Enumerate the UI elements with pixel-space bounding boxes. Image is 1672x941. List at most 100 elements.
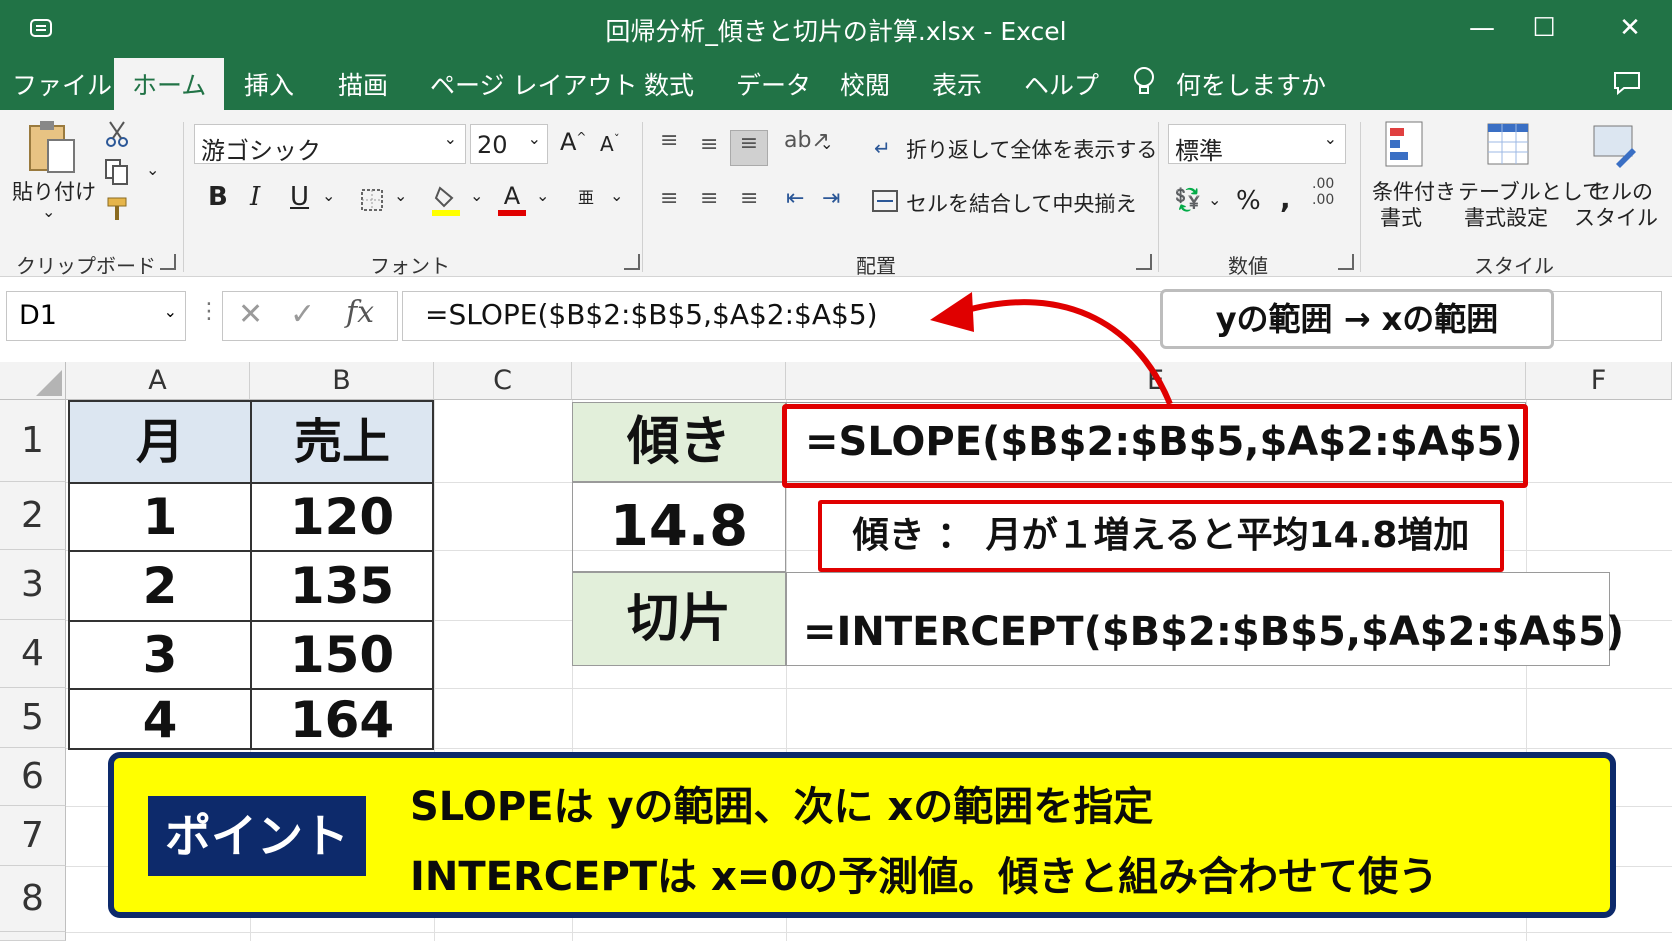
percent-button[interactable]: % [1236, 186, 1261, 216]
cell-styles-label-2[interactable]: スタイル [1574, 202, 1658, 232]
row-header-7[interactable]: 7 [0, 806, 66, 866]
chevron-down-icon[interactable]: ⌄ [470, 186, 483, 205]
table-header-month[interactable]: 月 [68, 400, 252, 484]
tell-me-search[interactable]: 何をしますか [1176, 66, 1326, 102]
tab-draw[interactable]: 描画 [338, 66, 388, 102]
tab-review[interactable]: 校閲 [840, 66, 890, 102]
increase-font-icon[interactable]: A^ [560, 128, 586, 156]
cell-styles-icon[interactable] [1592, 120, 1640, 172]
align-center-icon[interactable]: ≡ [700, 186, 718, 211]
decimal-adjust-icon[interactable]: .00.00 [1312, 176, 1334, 208]
minimize-button[interactable]: — [1462, 10, 1502, 46]
comma-button[interactable]: , [1280, 182, 1291, 215]
chevron-down-icon[interactable]: ⌄ [820, 134, 833, 153]
number-launcher-icon[interactable] [1338, 254, 1354, 270]
row-header-2[interactable]: 2 [0, 482, 66, 550]
table-cell[interactable]: 4 [68, 688, 252, 750]
chevron-down-icon[interactable]: ⌄ [1124, 188, 1137, 207]
align-right-icon[interactable]: ≡ [740, 186, 758, 211]
column-header-b[interactable]: B [250, 362, 434, 400]
phonetic-icon[interactable]: 亜 [578, 184, 594, 208]
more-options-icon[interactable]: ⋮ [198, 299, 220, 324]
decrease-font-icon[interactable]: Aˇ [600, 132, 620, 156]
format-as-table-icon[interactable] [1486, 120, 1536, 172]
borders-icon[interactable] [360, 188, 384, 212]
intercept-formula-cell[interactable]: =INTERCEPT($B$2:$B$5,$A$2:$A$5) [786, 572, 1624, 666]
tab-home[interactable]: ホーム [114, 58, 225, 110]
paste-icon[interactable] [26, 118, 78, 176]
intercept-label-cell[interactable]: 切片 [572, 572, 786, 666]
chevron-down-icon[interactable]: ⌄ [394, 186, 407, 205]
copy-chevron-icon[interactable]: ⌄ [146, 160, 159, 179]
table-cell[interactable]: 120 [250, 482, 434, 552]
row-header-4[interactable]: 4 [0, 620, 66, 688]
font-name-select[interactable]: 游ゴシック ⌄ [194, 124, 466, 165]
tab-formulas[interactable]: 数式 [644, 66, 694, 102]
row-header-3[interactable]: 3 [0, 550, 66, 620]
slope-value-cell[interactable]: 14.8 [572, 482, 786, 572]
tab-file[interactable]: ファイル [12, 66, 112, 102]
align-left-icon[interactable]: ≡ [660, 186, 678, 211]
tab-view[interactable]: 表示 [932, 66, 982, 102]
column-header-f[interactable]: F [1526, 362, 1672, 400]
chevron-down-icon[interactable]: ⌄ [322, 186, 335, 205]
align-top-icon[interactable]: ≡ [660, 128, 678, 153]
tab-help[interactable]: ヘルプ [1024, 66, 1099, 102]
table-cell[interactable]: 150 [250, 620, 434, 690]
comments-icon[interactable] [1612, 70, 1642, 96]
cancel-icon[interactable]: ✕ [238, 297, 263, 332]
format-painter-icon[interactable] [104, 196, 130, 222]
row-header-1[interactable]: 1 [0, 400, 66, 482]
select-all-corner[interactable] [0, 362, 66, 400]
lightbulb-icon[interactable] [1132, 66, 1156, 98]
paste-chevron-icon[interactable]: ⌄ [42, 202, 55, 221]
italic-button[interactable]: I [250, 182, 260, 212]
merge-center-button[interactable]: セルを結合して中央揃え [906, 188, 1136, 218]
underline-button[interactable]: U [290, 182, 309, 212]
accounting-format-icon[interactable]: 💱 [1174, 188, 1201, 213]
chevron-down-icon[interactable]: ⌄ [536, 186, 549, 205]
column-header-d[interactable] [572, 362, 786, 400]
column-header-a[interactable]: A [66, 362, 250, 400]
table-cell[interactable]: 164 [250, 688, 434, 750]
column-header-c[interactable]: C [434, 362, 572, 400]
row-header-8[interactable]: 8 [0, 866, 66, 932]
decrease-indent-icon[interactable]: ⇤ [786, 186, 804, 211]
row-header-5[interactable]: 5 [0, 688, 66, 748]
font-size-select[interactable]: 20 ⌄ [470, 124, 548, 164]
table-header-sales[interactable]: 売上 [250, 400, 434, 484]
enter-icon[interactable]: ✓ [290, 297, 315, 332]
wrap-text-button[interactable]: 折り返して全体を表示する [906, 134, 1157, 164]
table-cell[interactable]: 135 [250, 550, 434, 622]
bold-button[interactable]: B [208, 182, 228, 212]
name-box[interactable]: D1 ⌄ [6, 291, 186, 341]
align-middle-icon[interactable]: ≡ [700, 132, 718, 157]
increase-indent-icon[interactable]: ⇥ [822, 186, 840, 211]
tab-data[interactable]: データ [736, 66, 811, 102]
table-cell[interactable]: 3 [68, 620, 252, 690]
row-header-9[interactable] [0, 932, 66, 941]
maximize-button[interactable]: ☐ [1524, 10, 1564, 46]
font-color-icon[interactable]: A [498, 182, 526, 216]
slope-label-cell[interactable]: 傾き [572, 402, 786, 482]
tab-insert[interactable]: 挿入 [244, 66, 294, 102]
close-button[interactable]: ✕ [1610, 10, 1650, 46]
merge-center-icon[interactable] [872, 190, 898, 212]
row-header-6[interactable]: 6 [0, 748, 66, 806]
conditional-format-label-2[interactable]: 書式 [1380, 202, 1422, 232]
format-as-table-label-2[interactable]: 書式設定 [1464, 202, 1548, 232]
alignment-launcher-icon[interactable] [1136, 254, 1152, 270]
chevron-down-icon[interactable]: ⌄ [610, 186, 623, 205]
number-format-select[interactable]: 標準 ⌄ [1168, 124, 1346, 165]
copy-icon[interactable] [104, 158, 130, 186]
font-launcher-icon[interactable] [624, 254, 640, 270]
tab-page-layout[interactable]: ページ レイアウト [430, 66, 637, 102]
clipboard-launcher-icon[interactable] [160, 254, 176, 270]
insert-function-icon[interactable]: fx [346, 295, 374, 330]
chevron-down-icon[interactable]: ⌄ [1208, 190, 1221, 209]
conditional-format-icon[interactable] [1384, 120, 1432, 172]
table-cell[interactable]: 2 [68, 550, 252, 622]
cut-icon[interactable] [104, 120, 130, 148]
align-bottom-icon[interactable]: ≡ [730, 130, 768, 166]
wrap-text-icon[interactable]: ↵ [874, 136, 898, 160]
